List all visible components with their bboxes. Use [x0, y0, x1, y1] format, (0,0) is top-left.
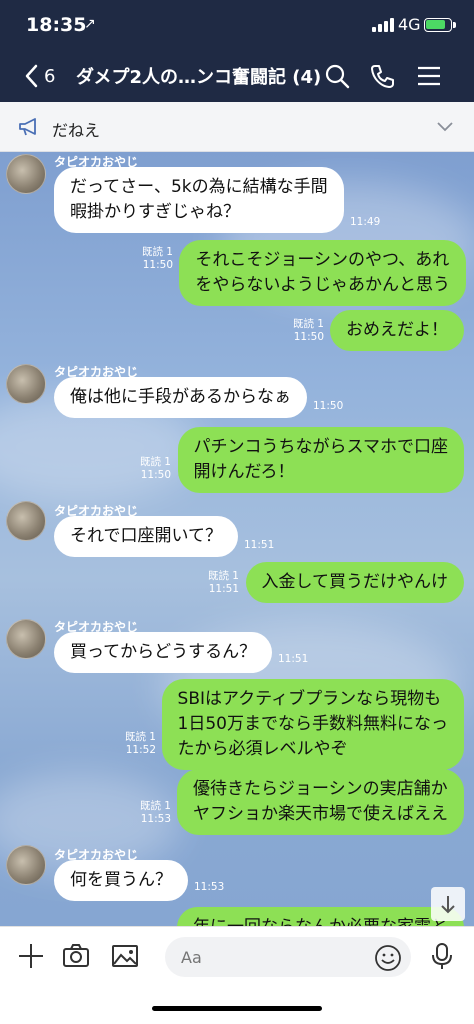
- message-time: 11:49: [350, 216, 381, 228]
- chevron-left-icon: [25, 64, 38, 88]
- message-line: おめえだよ！: [346, 320, 448, 340]
- message-meta: 既読 1 11:50: [293, 318, 324, 344]
- message-line: 開けんだろ！: [193, 462, 295, 482]
- menu-icon[interactable]: [416, 63, 442, 89]
- incoming-message-bubble[interactable]: 俺は他に手段があるからなぁ: [54, 377, 307, 418]
- message-line: 何を買うん？: [70, 870, 172, 890]
- incoming-message-bubble[interactable]: 買ってからどうするん？: [54, 632, 273, 673]
- message-line: 優待きたらジョーシンの実店舗か: [193, 779, 448, 799]
- phone-icon[interactable]: [369, 63, 395, 89]
- scroll-down-button[interactable]: [431, 887, 465, 921]
- incoming-message-bubble[interactable]: それで口座開いて？: [54, 516, 238, 557]
- signal-icon: [372, 18, 394, 32]
- sender-avatar[interactable]: [6, 619, 46, 659]
- status-time: 18:35: [26, 14, 87, 36]
- battery-icon: [424, 18, 452, 32]
- read-receipt: 既読 1: [207, 570, 239, 582]
- incoming-message-bubble[interactable]: 何を買うん？: [54, 860, 188, 901]
- search-icon[interactable]: [324, 63, 350, 89]
- outgoing-message-bubble[interactable]: 入金して買うだけやんけ: [245, 562, 464, 603]
- message-line: だってさー、5kの為に結構な手間: [70, 177, 328, 197]
- message-meta: 11:53: [194, 881, 224, 894]
- status-bar: 18:35 ↗ 4G: [0, 0, 474, 50]
- message-line: たから必須レベルやぞ: [177, 739, 348, 759]
- message-line: ヤフショか楽天市場で使えばええ: [193, 804, 448, 824]
- microphone-icon[interactable]: [427, 941, 457, 971]
- network-type: 4G: [398, 15, 421, 34]
- read-receipt: 既読 1: [139, 456, 171, 468]
- message-time: 11:52: [125, 744, 156, 756]
- message-meta: 11:51: [278, 653, 308, 666]
- message-meta: 11:49: [350, 216, 380, 229]
- message-line: 1日50万までなら手数料無料になっ: [177, 714, 448, 734]
- message-line: 年に一回ならなんか必要な家電と: [193, 915, 448, 926]
- back-button[interactable]: 6: [24, 60, 55, 92]
- message-meta: 11:51: [244, 539, 274, 552]
- message-time: 11:50: [293, 331, 324, 343]
- message-time: 11:51: [208, 583, 239, 595]
- unread-count: 6: [44, 65, 56, 87]
- message-line: をやらないようじゃあかんと思う: [195, 275, 450, 295]
- chevron-down-icon[interactable]: [436, 121, 454, 133]
- home-indicator: [152, 1006, 322, 1011]
- message-line: 買ってからどうするん？: [70, 642, 257, 662]
- arrow-down-icon: [441, 896, 455, 914]
- message-time: 11:53: [194, 881, 225, 893]
- outgoing-message-bubble[interactable]: パチンコうちながらスマホで口座 開けんだろ！: [177, 427, 464, 493]
- message-time: 11:53: [140, 813, 171, 825]
- message-time: 11:50: [142, 259, 173, 271]
- sender-avatar[interactable]: [6, 501, 46, 541]
- read-receipt: 既読 1: [124, 731, 156, 743]
- sender-avatar[interactable]: [6, 845, 46, 885]
- message-line: 俺は他に手段があるからなぁ: [70, 387, 291, 407]
- message-meta: 既読 1 11:51: [208, 570, 239, 596]
- chat-header: 6 ダメプ2人の…ンコ奮闘記 (4): [0, 50, 474, 102]
- sender-avatar[interactable]: [6, 364, 46, 404]
- sender-avatar[interactable]: [6, 154, 46, 194]
- read-receipt: 既読 1: [292, 318, 324, 330]
- image-icon[interactable]: [110, 941, 140, 971]
- message-time: 11:51: [244, 539, 275, 551]
- message-meta: 既読 1 11:50: [142, 246, 173, 272]
- outgoing-message-bubble[interactable]: 年に一回ならなんか必要な家電と: [177, 907, 464, 926]
- message-meta: 既読 1 11:50: [140, 456, 171, 482]
- message-line: それで口座開いて？: [70, 526, 222, 546]
- message-time: 11:50: [140, 469, 171, 481]
- outgoing-message-bubble[interactable]: おめえだよ！: [330, 310, 464, 351]
- incoming-message-bubble[interactable]: だってさー、5kの為に結構な手間 暇掛かりすぎじゃね？: [54, 167, 344, 233]
- read-receipt: 既読 1: [139, 800, 171, 812]
- camera-icon[interactable]: [61, 941, 91, 971]
- message-line: パチンコうちながらスマホで口座: [193, 437, 449, 457]
- message-line: SBIはアクティブプランなら現物も: [177, 689, 442, 709]
- battery-tip: [453, 22, 456, 28]
- message-line: それこそジョーシンのやつ、あれ: [195, 250, 450, 270]
- outgoing-message-bubble[interactable]: それこそジョーシンのやつ、あれ をやらないようじゃあかんと思う: [179, 240, 466, 306]
- message-time: 11:51: [278, 653, 309, 665]
- outgoing-message-bubble[interactable]: 優待きたらジョーシンの実店舗か ヤフショか楽天市場で使えばええ: [177, 769, 464, 835]
- megaphone-icon: [19, 118, 36, 136]
- plus-icon[interactable]: [16, 941, 46, 971]
- message-line: 入金して買うだけやんけ: [261, 572, 449, 592]
- outgoing-message-bubble[interactable]: SBIはアクティブプランなら現物も 1日50万までなら手数料無料になっ たから必須レ…: [161, 679, 464, 770]
- chat-title: ダメプ2人の…ンコ奮闘記 (4): [76, 67, 322, 88]
- location-arrow-icon: ↗: [84, 16, 96, 32]
- message-meta: 既読 1 11:52: [125, 731, 156, 757]
- chat-messages[interactable]: タピオカおやじ だってさー、5kの為に結構な手間 暇掛かりすぎじゃね？ 11:49 それ…: [0, 152, 474, 926]
- announcement-bar[interactable]: だねえ: [0, 102, 474, 152]
- read-receipt: 既読 1: [141, 246, 173, 258]
- message-meta: 11:50: [313, 400, 343, 413]
- emoji-icon[interactable]: [374, 944, 402, 972]
- message-time: 11:50: [313, 400, 344, 412]
- message-meta: 既読 1 11:53: [140, 800, 171, 826]
- message-line: 暇掛かりすぎじゃね？: [70, 202, 240, 222]
- announcement-text: だねえ: [52, 121, 101, 140]
- battery-level: [426, 20, 445, 29]
